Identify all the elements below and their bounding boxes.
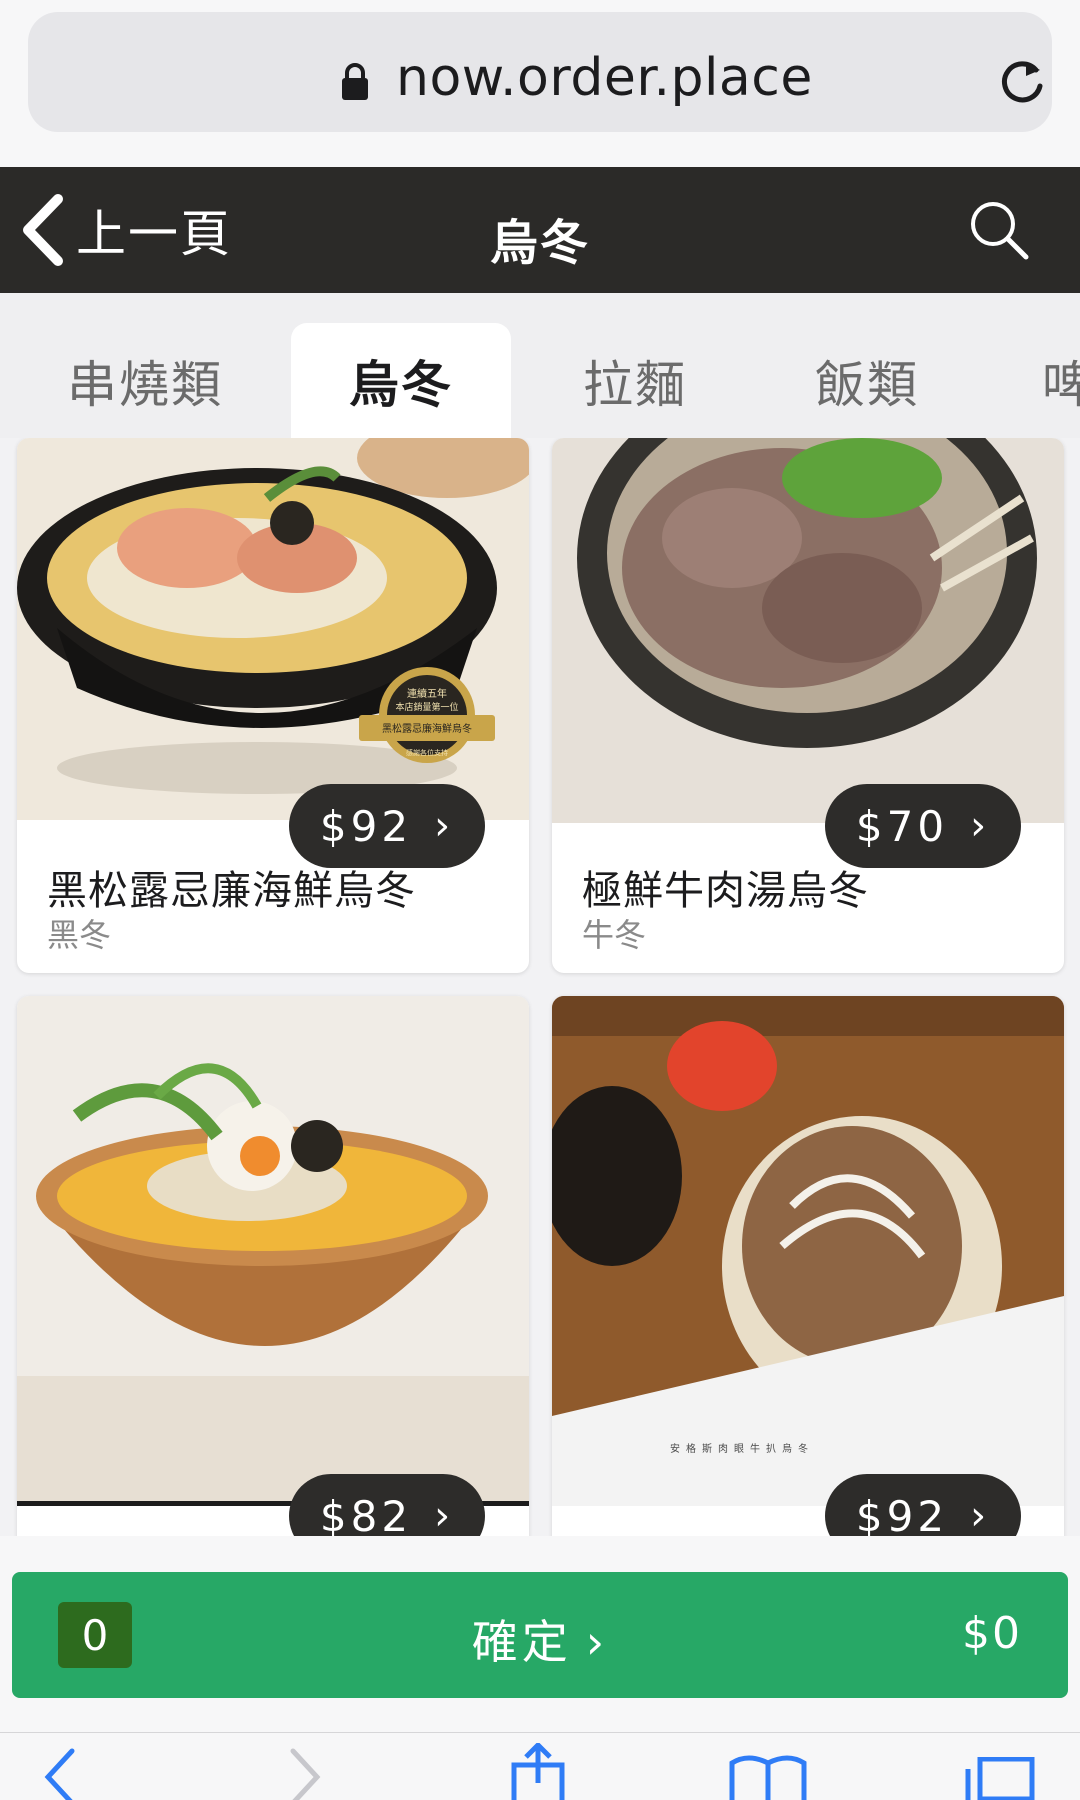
dish-photo: [17, 996, 529, 1506]
price-text: $70: [855, 801, 949, 851]
svg-text:本店銷量第一位: 本店銷量第一位: [395, 701, 458, 713]
dish-subtitle: 黑冬: [47, 916, 112, 954]
price-text: $92: [855, 1491, 949, 1537]
tab-beer[interactable]: 啤: [1042, 323, 1080, 438]
menu-item-card[interactable]: $82 ›: [17, 996, 529, 1536]
browser-chrome: now.order.place: [0, 0, 1080, 167]
award-badge-icon: 連續五年 本店銷量第一位 黑松露忌廉海鮮烏冬 感謝各位支持: [359, 667, 495, 763]
url-text: now.order.place: [396, 48, 813, 108]
dish-photo: [552, 438, 1064, 823]
menu-item-card[interactable]: 安格斯肉眼牛扒烏冬 $92 ›: [552, 996, 1064, 1536]
tab-skewers[interactable]: 串燒類: [40, 323, 250, 438]
back-arrow-icon[interactable]: [40, 1747, 80, 1800]
chevron-right-icon: ›: [585, 1615, 609, 1669]
dish-name: 極鮮牛肉湯烏冬: [582, 868, 869, 914]
confirm-label-wrap: 確定 ›: [12, 1606, 1068, 1672]
page-title: 烏冬: [489, 215, 590, 271]
menu-item-card[interactable]: $70 › 極鮮牛肉湯烏冬 牛冬: [552, 438, 1064, 973]
browser-toolbar: [0, 1732, 1080, 1800]
order-footer: 0 確定 › $0: [0, 1536, 1080, 1732]
tabs-icon[interactable]: [960, 1757, 1036, 1800]
tab-udon[interactable]: 烏冬: [291, 323, 511, 438]
svg-text:連續五年: 連續五年: [407, 687, 447, 700]
price-text: $82: [319, 1491, 413, 1537]
svg-text:感謝各位支持: 感謝各位支持: [406, 748, 448, 757]
share-icon[interactable]: [508, 1743, 568, 1800]
forward-arrow-icon[interactable]: [285, 1747, 325, 1800]
price-button[interactable]: $70 ›: [825, 784, 1021, 868]
dish-subtitle: 牛冬: [582, 916, 647, 954]
dish-photo: 安格斯肉眼牛扒烏冬: [552, 996, 1064, 1506]
chevron-right-icon: ›: [970, 1493, 991, 1536]
category-tabs: 串燒類 烏冬 拉麵 飯類 啤: [0, 293, 1080, 438]
price-button[interactable]: $82 ›: [289, 1474, 485, 1536]
lock-icon: [342, 63, 368, 100]
price-text: $92: [319, 801, 413, 851]
search-icon[interactable]: [966, 197, 1032, 263]
confirm-button[interactable]: 0 確定 › $0: [12, 1572, 1068, 1698]
order-total: $0: [962, 1608, 1022, 1659]
price-button[interactable]: $92 ›: [825, 1474, 1021, 1536]
reload-icon[interactable]: [996, 56, 1048, 108]
bookmarks-icon[interactable]: [728, 1753, 808, 1800]
price-button[interactable]: $92 ›: [289, 784, 485, 868]
dish-name: 黑松露忌廉海鮮烏冬: [47, 868, 416, 914]
menu-item-card[interactable]: 連續五年 本店銷量第一位 黑松露忌廉海鮮烏冬 感謝各位支持 $92 › 黑松露忌…: [17, 438, 529, 973]
chevron-right-icon: ›: [970, 803, 991, 849]
app-header: 上一頁 烏冬: [0, 167, 1080, 293]
confirm-label: 確定: [471, 1615, 572, 1669]
menu-grid: 連續五年 本店銷量第一位 黑松露忌廉海鮮烏冬 感謝各位支持 $92 › 黑松露忌…: [0, 438, 1080, 1536]
chevron-right-icon: ›: [434, 1493, 455, 1536]
svg-text:黑松露忌廉海鮮烏冬: 黑松露忌廉海鮮烏冬: [382, 722, 472, 735]
address-bar[interactable]: now.order.place: [28, 12, 1052, 132]
tab-ramen[interactable]: 拉麵: [540, 323, 730, 438]
chevron-right-icon: ›: [434, 803, 455, 849]
tab-rice[interactable]: 飯類: [772, 323, 962, 438]
svg-text:安格斯肉眼牛扒烏冬: 安格斯肉眼牛扒烏冬: [670, 1442, 814, 1455]
